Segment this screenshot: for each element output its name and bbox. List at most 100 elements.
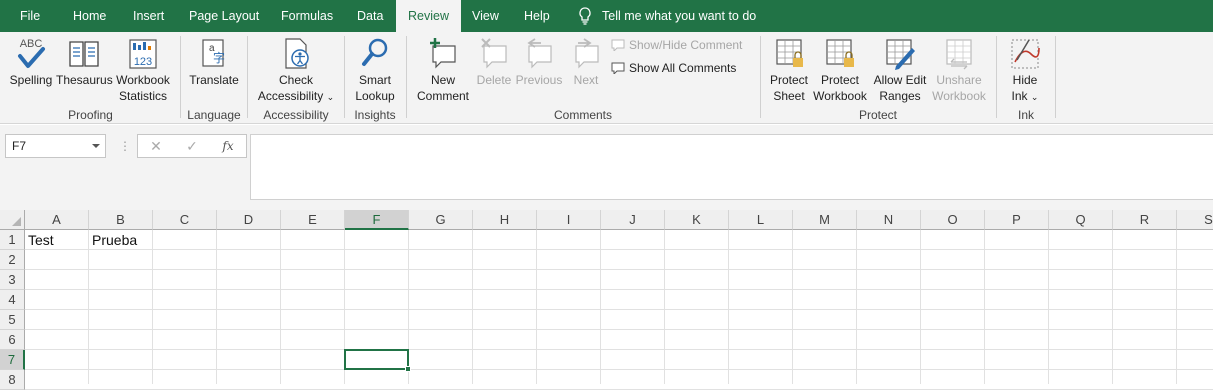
column-header-m[interactable]: M xyxy=(793,210,857,230)
formula-input[interactable] xyxy=(250,134,1213,200)
protect-workbook-icon xyxy=(826,39,854,67)
protect-workbook-button[interactable]: Protect Workbook xyxy=(811,36,869,104)
tell-me-text: Tell me what you want to do xyxy=(602,9,757,23)
check-label-1: Check xyxy=(278,73,313,87)
gridline xyxy=(280,230,281,384)
group-label-protect: Protect xyxy=(858,108,897,122)
translate-label: Translate xyxy=(189,73,239,87)
group-label-comments: Comments xyxy=(553,108,612,122)
new-comment-button[interactable]: New Comment xyxy=(414,36,472,104)
tab-file[interactable]: File xyxy=(8,0,52,32)
column-header-p[interactable]: P xyxy=(985,210,1049,230)
gridline xyxy=(25,249,1213,250)
insert-function-icon[interactable]: fx xyxy=(210,139,246,153)
ink-pen-icon xyxy=(1011,39,1040,69)
gridline xyxy=(728,230,729,384)
column-header-e[interactable]: E xyxy=(281,210,345,230)
show-all-comments-button[interactable]: Show All Comments xyxy=(611,61,736,75)
tab-page-layout[interactable]: Page Layout xyxy=(177,0,271,32)
tab-insert[interactable]: Insert xyxy=(121,0,176,32)
tab-review[interactable]: Review xyxy=(396,0,461,32)
check-accessibility-button[interactable]: Check Accessibility ⌄ xyxy=(256,36,336,105)
tab-home[interactable]: Home xyxy=(61,0,118,32)
accessibility-label-2: Accessibility ⌄ xyxy=(257,89,335,103)
active-cell-selection[interactable] xyxy=(344,349,411,372)
formula-bar-grip-icon[interactable]: ⋮ xyxy=(119,139,131,153)
column-header-g[interactable]: G xyxy=(409,210,473,230)
next-comment-button[interactable]: Next xyxy=(566,36,606,88)
thesaurus-button[interactable]: Thesaurus xyxy=(56,36,113,88)
column-header-q[interactable]: Q xyxy=(1049,210,1113,230)
gridline xyxy=(25,309,1213,310)
row-header-4[interactable]: 4 xyxy=(0,290,25,310)
formula-bar-area: F7 ⋮ ✕ ✓ fx xyxy=(0,125,1213,210)
edit-ranges-icon xyxy=(886,39,915,70)
column-header-j[interactable]: J xyxy=(601,210,665,230)
column-header-b[interactable]: B xyxy=(89,210,153,230)
previous-comment-button[interactable]: Previous xyxy=(514,36,564,88)
tab-view[interactable]: View xyxy=(460,0,511,32)
column-header-h[interactable]: H xyxy=(473,210,537,230)
row-header-3[interactable]: 3 xyxy=(0,270,25,290)
gridline xyxy=(88,230,89,384)
column-header-n[interactable]: N xyxy=(857,210,921,230)
workbook-statistics-button[interactable]: 123 Workbook Statistics xyxy=(113,36,173,104)
row-header-8[interactable]: 8 xyxy=(0,370,25,390)
tell-me-search[interactable]: Tell me what you want to do xyxy=(578,0,756,32)
statistics-label-2: Statistics xyxy=(118,89,167,103)
previous-label: Previous xyxy=(515,73,563,87)
column-header-i[interactable]: I xyxy=(537,210,601,230)
unshare-workbook-button[interactable]: Unshare Workbook xyxy=(930,36,988,104)
group-separator xyxy=(406,36,407,118)
column-header-c[interactable]: C xyxy=(153,210,217,230)
group-separator xyxy=(344,36,345,118)
column-header-d[interactable]: D xyxy=(217,210,281,230)
row-header-6[interactable]: 6 xyxy=(0,330,25,350)
show-hide-comment-button[interactable]: Show/Hide Comment xyxy=(611,38,742,52)
lightbulb-icon xyxy=(579,7,591,25)
unshare-label-1: Unshare xyxy=(936,73,982,87)
row-header-2[interactable]: 2 xyxy=(0,250,25,270)
search-icon xyxy=(362,38,388,66)
fill-handle[interactable] xyxy=(405,366,411,372)
delete-comment-button[interactable]: Delete xyxy=(474,36,514,88)
spelling-button[interactable]: ABC Spelling xyxy=(8,36,54,88)
protect-label-1: Protect xyxy=(769,73,808,87)
cell-b1[interactable]: Prueba xyxy=(89,230,153,250)
name-box[interactable]: F7 xyxy=(5,134,106,158)
column-header-a[interactable]: A xyxy=(25,210,89,230)
hide-ink-button[interactable]: Hide Ink ⌄ xyxy=(1004,36,1046,105)
next-label: Next xyxy=(573,73,599,87)
column-header-r[interactable]: R xyxy=(1113,210,1177,230)
lookup-label-2: Lookup xyxy=(355,89,395,103)
statistics-icon: 123 xyxy=(129,39,157,69)
group-separator xyxy=(1055,36,1056,118)
column-header-k[interactable]: K xyxy=(665,210,729,230)
group-separator xyxy=(180,36,181,118)
row-header-1[interactable]: 1 xyxy=(0,230,25,250)
formula-buttons: ✕ ✓ fx xyxy=(137,134,247,158)
cell-a1[interactable]: Test xyxy=(25,230,89,250)
smart-lookup-button[interactable]: Smart Lookup xyxy=(352,36,398,104)
protect-sheet-button[interactable]: Protect Sheet xyxy=(766,36,812,104)
enter-icon[interactable]: ✓ xyxy=(174,138,210,155)
tab-data[interactable]: Data xyxy=(345,0,395,32)
allow-edit-ranges-button[interactable]: Allow Edit Ranges xyxy=(870,36,930,104)
select-all-button[interactable] xyxy=(0,210,25,230)
cancel-icon[interactable]: ✕ xyxy=(138,138,174,155)
chevron-down-icon[interactable] xyxy=(92,144,100,148)
hide-label-1: Hide xyxy=(1012,73,1038,87)
gridline xyxy=(1176,230,1177,384)
spelling-check-icon: ABC xyxy=(18,38,45,68)
tab-formulas[interactable]: Formulas xyxy=(269,0,345,32)
translate-button[interactable]: a 字 Translate xyxy=(187,36,241,88)
row-header-7[interactable]: 7 xyxy=(0,350,25,370)
tab-help[interactable]: Help xyxy=(512,0,562,32)
column-header-o[interactable]: O xyxy=(921,210,985,230)
translate-icon: a 字 xyxy=(202,39,225,67)
gridline xyxy=(25,269,1213,270)
column-header-s[interactable]: S xyxy=(1177,210,1213,230)
column-header-l[interactable]: L xyxy=(729,210,793,230)
row-header-5[interactable]: 5 xyxy=(0,310,25,330)
column-header-f[interactable]: F xyxy=(345,210,409,230)
